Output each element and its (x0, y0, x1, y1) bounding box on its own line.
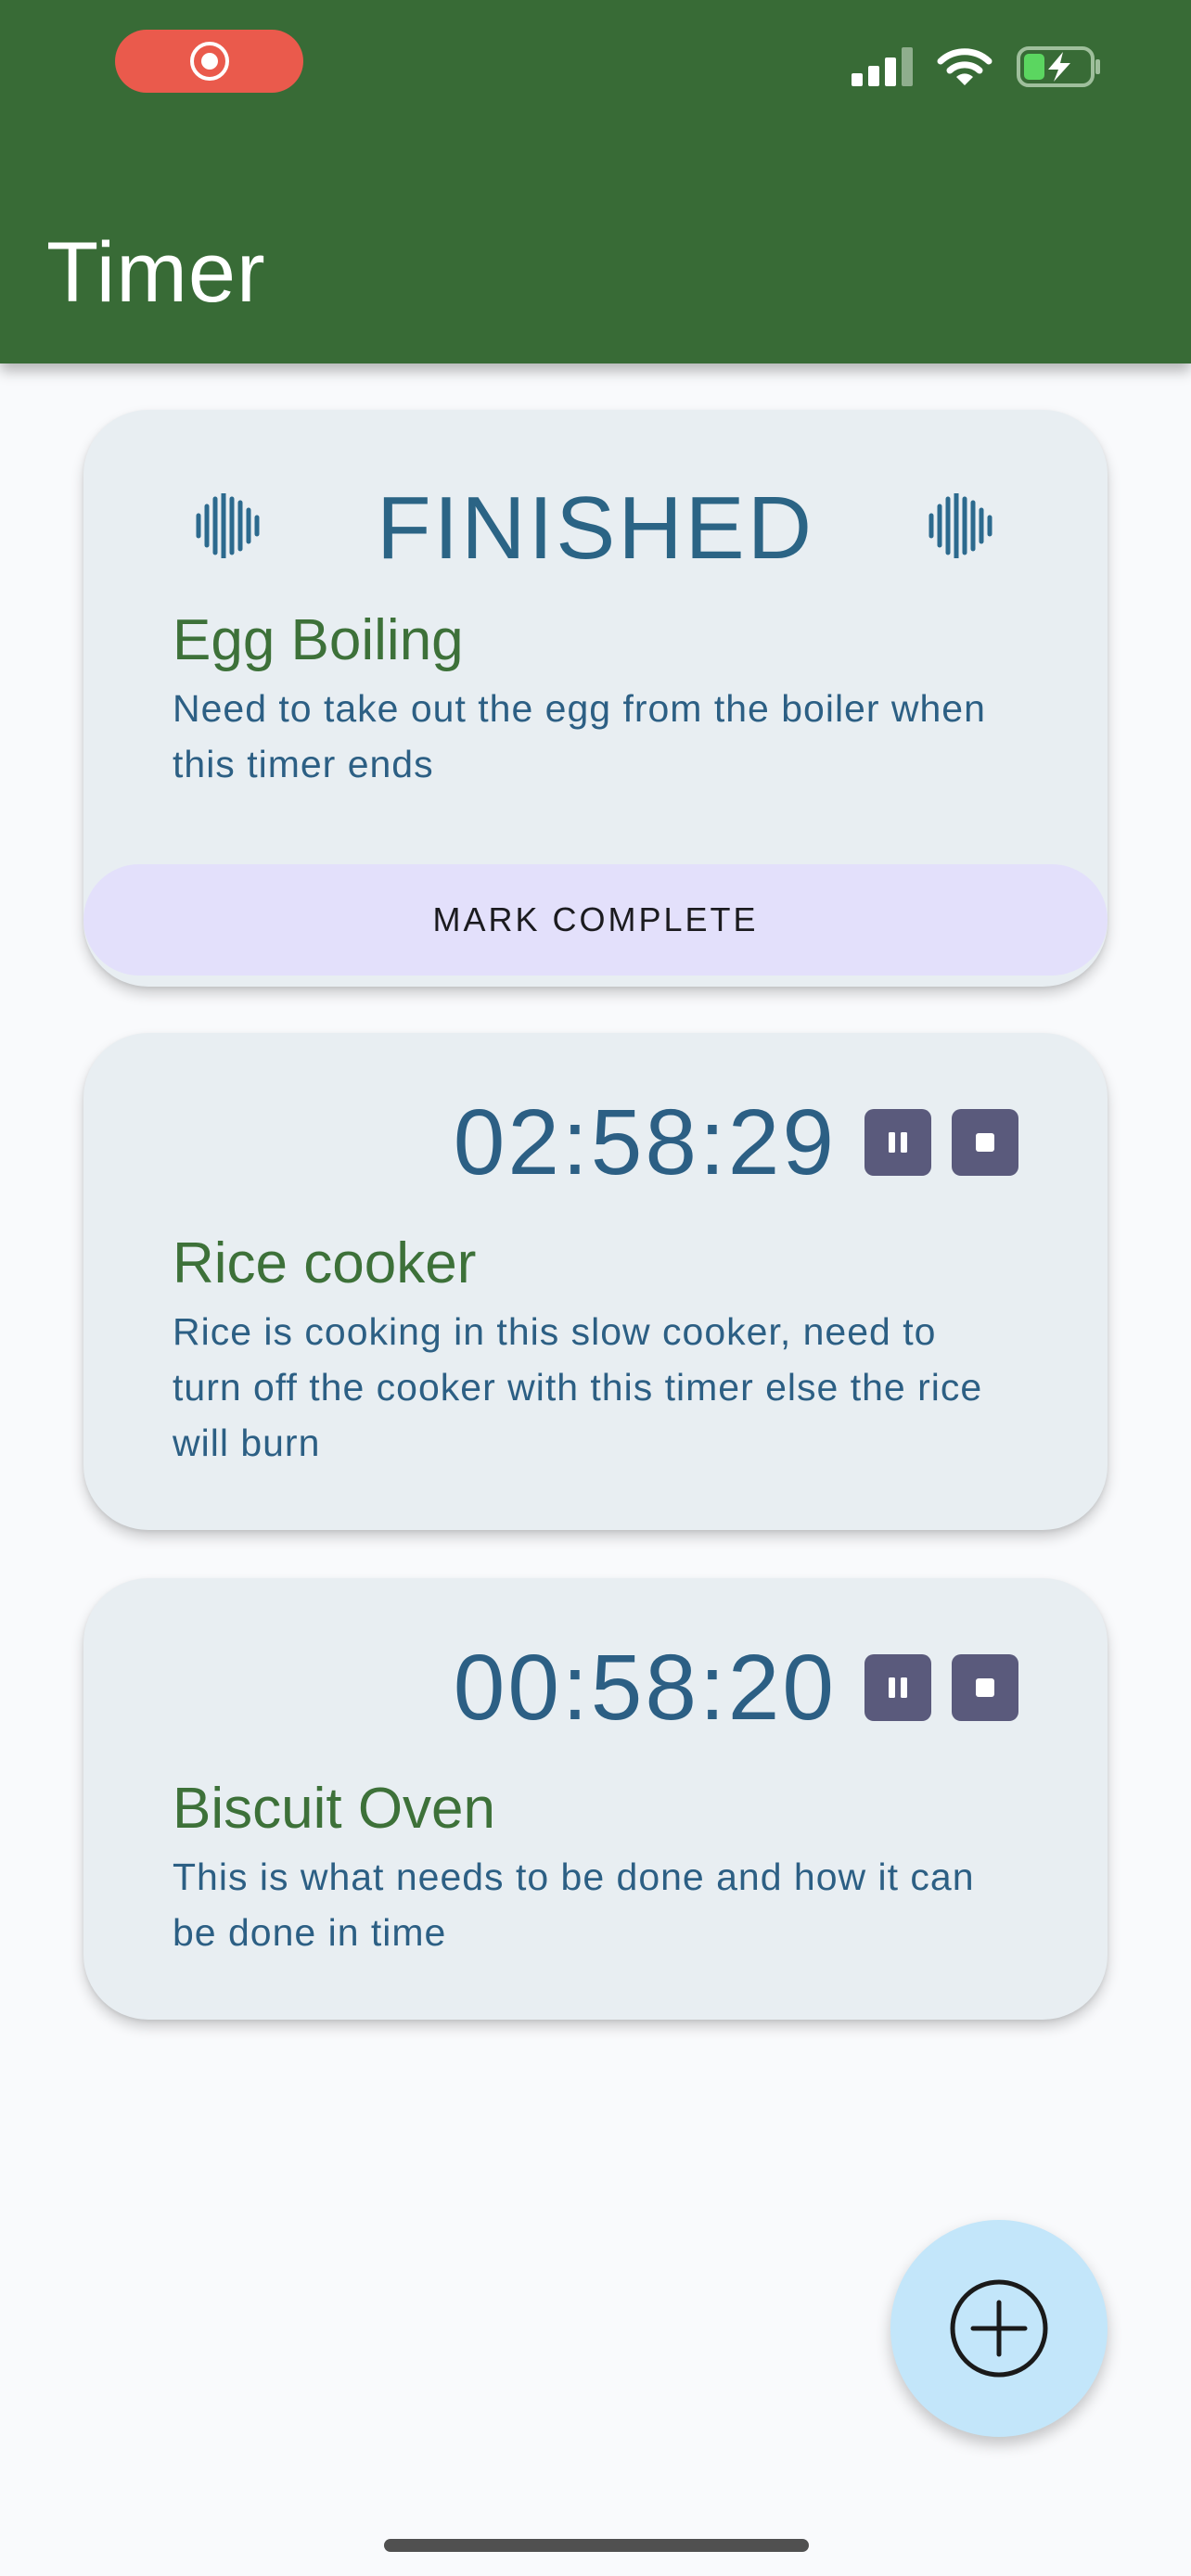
pause-button[interactable] (864, 1109, 931, 1176)
app-bar: Timer (0, 0, 1191, 363)
stop-button[interactable] (952, 1109, 1018, 1176)
pause-icon (889, 1677, 907, 1698)
stop-icon (976, 1678, 994, 1697)
battery-charging-icon (1017, 46, 1100, 87)
timer-description: This is what needs to be done and how it… (173, 1855, 975, 1954)
timer-card-finished[interactable]: FINISHED Egg Boiling Need to take out th… (83, 410, 1108, 987)
cellular-signal-icon (852, 47, 913, 86)
timer-title: Rice cooker (173, 1231, 477, 1295)
record-icon (189, 42, 229, 81)
sound-wave-icon (928, 493, 992, 558)
timer-controls-row: 00:58:20 (454, 1641, 1018, 1734)
pause-button[interactable] (864, 1654, 931, 1721)
add-timer-button[interactable] (890, 2220, 1108, 2437)
timer-title: Biscuit Oven (173, 1777, 496, 1841)
timer-card[interactable]: 00:58:20 Biscuit Oven This is what needs… (83, 1578, 1108, 2020)
add-circle-icon (950, 2279, 1048, 2378)
timer-description: Rice is cooking in this slow cooker, nee… (173, 1310, 983, 1464)
stop-button[interactable] (952, 1654, 1018, 1721)
timer-countdown: 00:58:20 (453, 1636, 837, 1740)
wifi-icon (937, 48, 992, 85)
timer-countdown: 02:58:29 (453, 1090, 837, 1194)
mark-complete-button[interactable]: MARK COMPLETE (83, 864, 1108, 976)
page-title: Timer (46, 225, 266, 320)
timer-card[interactable]: 02:58:29 Rice cooker Rice is cooking in … (83, 1033, 1108, 1530)
stop-icon (976, 1133, 994, 1152)
screen-recording-indicator[interactable] (115, 30, 303, 93)
pause-icon (889, 1132, 907, 1153)
timer-description: Need to take out the egg from the boiler… (173, 687, 986, 785)
home-indicator[interactable] (384, 2539, 809, 2552)
timer-controls-row: 02:58:29 (454, 1096, 1018, 1189)
status-icons (852, 46, 1102, 87)
timer-title: Egg Boiling (173, 608, 464, 672)
